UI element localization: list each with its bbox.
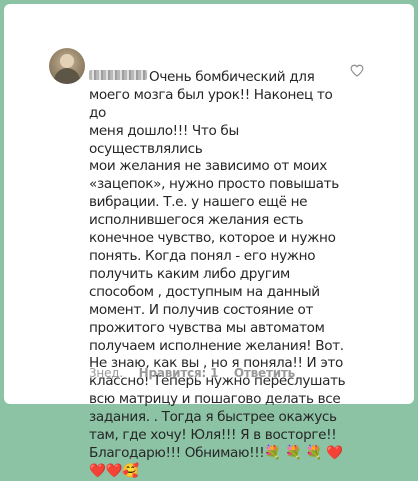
comment-line: понять. Когда понял - его нужно	[89, 247, 316, 264]
comment-line: способом , доступным на данный	[89, 283, 320, 300]
heart-outline-icon[interactable]	[350, 64, 364, 77]
likes-count-button[interactable]: Нравится: 1	[139, 366, 219, 380]
comment-meta: 3нед. Нравится: 1 Ответить	[89, 366, 307, 380]
comment-line: конечное чувство, которое и нужно	[89, 230, 336, 247]
comment-text: Очень бомбический для моего мозга был ур…	[89, 51, 349, 481]
comment-line: вибрации. Т.е. у нашего ещё не	[89, 194, 308, 211]
comment-line: там, где хочу! Юля!!! Я в восторге!!	[89, 427, 337, 444]
comment-line: исполнившегося желания есть	[89, 212, 304, 229]
comment-time: 3нед.	[89, 366, 123, 380]
comment-line: Очень бомбический для	[149, 68, 315, 85]
comment-line: прожитого чувства мы автоматом	[89, 319, 325, 336]
comment-line: задания. . Тогда я быстрее окажусь	[89, 409, 337, 426]
reply-button[interactable]: Ответить	[234, 366, 295, 380]
comment-line: «зацепок», нужно просто повышать	[89, 176, 339, 193]
comment-line: момент. И получив состояние от	[89, 301, 314, 318]
avatar-head	[60, 54, 74, 68]
comment-line: получаем исполнение желания! Вот.	[89, 337, 344, 354]
comment-line: моего мозга был урок!! Наконец то до	[89, 86, 333, 121]
comment-line: ❤️❤️🥰	[89, 462, 139, 479]
username-blurred[interactable]	[89, 69, 147, 80]
comment-line: получить каким либо другим	[89, 265, 290, 282]
comment-card: Очень бомбический для моего мозга был ур…	[4, 4, 414, 479]
comment-line: мои желания не зависимо от моих	[89, 158, 327, 175]
avatar-shoulders	[54, 68, 80, 84]
comment-line: всю матрицу и пошагово делать все	[89, 391, 341, 408]
comment-line: Благодарю!!! Обнимаю!!!💐 💐 💐 ❤️	[89, 444, 343, 461]
avatar[interactable]	[49, 48, 85, 84]
comment-line: меня дошло!!! Что бы осуществлялись	[89, 122, 239, 157]
